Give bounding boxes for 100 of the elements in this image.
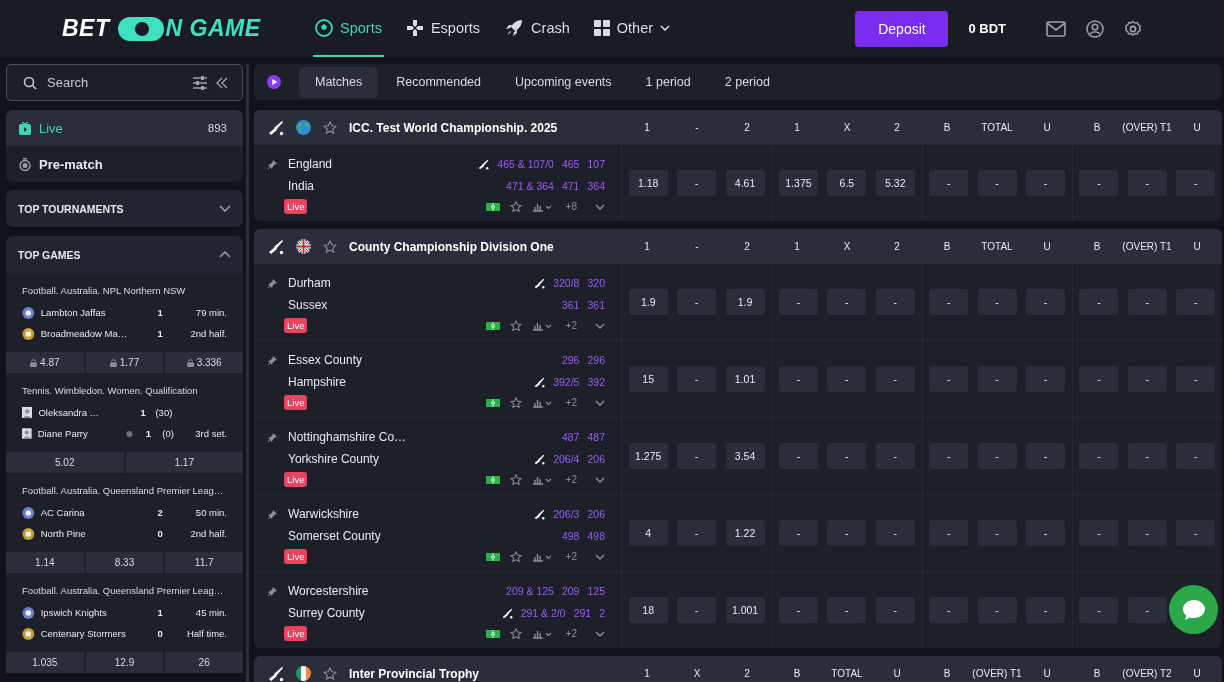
chevron-icon[interactable]: [595, 630, 605, 637]
play-icon[interactable]: [267, 75, 281, 89]
mode-item[interactable]: Live 893: [6, 110, 243, 146]
odds-button[interactable]: -: [827, 289, 867, 315]
odds-button[interactable]: -: [1079, 366, 1119, 392]
odds-button[interactable]: 1.035: [6, 652, 84, 673]
odds-button[interactable]: 5.02: [6, 452, 124, 473]
odds-button[interactable]: 1.01: [725, 366, 765, 392]
stats-icon[interactable]: [531, 551, 552, 562]
more-markets[interactable]: +8: [565, 201, 577, 212]
filter-icon[interactable]: [192, 75, 208, 90]
odds-button[interactable]: 8.33: [85, 552, 164, 573]
odds-button[interactable]: -: [1176, 170, 1216, 196]
scoreboard-icon[interactable]: [485, 552, 500, 561]
odds-button[interactable]: -: [929, 520, 969, 546]
user-icon[interactable]: [1086, 19, 1104, 38]
stats-icon[interactable]: [531, 628, 552, 639]
collapse-icon[interactable]: [216, 76, 228, 89]
pin-icon[interactable]: [268, 159, 277, 169]
odds-button[interactable]: -: [977, 597, 1017, 623]
odds-button[interactable]: -: [977, 289, 1017, 315]
odds-button[interactable]: -: [1079, 520, 1119, 546]
scoreboard-icon[interactable]: [485, 202, 500, 211]
odds-button[interactable]: -: [778, 443, 818, 469]
odds-button[interactable]: -: [977, 443, 1017, 469]
odds-button[interactable]: -: [1079, 170, 1119, 196]
scoreboard-icon[interactable]: [485, 475, 500, 484]
nav-tab[interactable]: Esports: [403, 0, 483, 57]
stats-icon[interactable]: [531, 397, 552, 408]
pin-icon[interactable]: [268, 509, 277, 519]
odds-button[interactable]: 4.61: [725, 170, 765, 196]
odds-button[interactable]: -: [875, 597, 915, 623]
odds-button[interactable]: -: [827, 443, 867, 469]
tab[interactable]: Matches: [299, 66, 379, 98]
odds-button[interactable]: 4: [628, 520, 668, 546]
chevron-icon[interactable]: [595, 553, 605, 560]
odds-button[interactable]: 11.7: [165, 552, 243, 573]
odds-button[interactable]: 18: [628, 597, 668, 623]
star-icon[interactable]: [323, 666, 337, 681]
odds-button[interactable]: 15: [628, 366, 668, 392]
more-markets[interactable]: +2: [565, 397, 577, 408]
odds-button[interactable]: -: [1176, 366, 1216, 392]
odds-button[interactable]: -: [929, 170, 969, 196]
odds-button[interactable]: -: [1026, 289, 1065, 315]
odds-button[interactable]: 1.22: [725, 520, 765, 546]
odds-button[interactable]: -: [677, 520, 717, 546]
odds-button[interactable]: 1.375: [778, 170, 818, 196]
tab[interactable]: 2 period: [708, 66, 786, 98]
odds-button[interactable]: 3.54: [725, 443, 765, 469]
odds-button[interactable]: -: [1176, 520, 1216, 546]
odds-button[interactable]: -: [929, 366, 969, 392]
odds-button[interactable]: -: [929, 597, 969, 623]
pin-icon[interactable]: [268, 432, 277, 442]
odds-button[interactable]: -: [1127, 170, 1167, 196]
search-bar[interactable]: Search: [6, 64, 243, 101]
odds-button[interactable]: -: [1026, 520, 1065, 546]
mode-item[interactable]: Pre-match: [6, 146, 243, 182]
pin-icon[interactable]: [268, 278, 277, 288]
odds-button[interactable]: 1.001: [725, 597, 765, 623]
odds-button[interactable]: -: [875, 443, 915, 469]
odds-button[interactable]: 5.32: [875, 170, 915, 196]
odds-button[interactable]: -: [827, 597, 867, 623]
deposit-button[interactable]: Deposit: [855, 10, 949, 47]
star-icon[interactable]: [509, 473, 522, 486]
more-markets[interactable]: +2: [565, 474, 577, 485]
odds-button[interactable]: -: [1127, 289, 1167, 315]
odds-button[interactable]: -: [875, 520, 915, 546]
chevron-icon[interactable]: [595, 476, 605, 483]
odds-button[interactable]: -: [1026, 597, 1065, 623]
section-header[interactable]: TOP TOURNAMENTS: [6, 190, 243, 227]
odds-button[interactable]: -: [778, 366, 818, 392]
section-header[interactable]: TOP GAMES: [6, 236, 243, 273]
odds-button[interactable]: -: [677, 289, 717, 315]
odds-button[interactable]: -: [1079, 597, 1119, 623]
odds-button[interactable]: -: [1176, 443, 1216, 469]
odds-button[interactable]: -: [1026, 366, 1065, 392]
scoreboard-icon[interactable]: [485, 321, 500, 330]
nav-tab[interactable]: Sports: [313, 0, 384, 57]
odds-button[interactable]: 3.336: [165, 352, 243, 373]
chevron-icon[interactable]: [595, 322, 605, 329]
odds-button[interactable]: -: [1026, 443, 1065, 469]
odds-button[interactable]: -: [778, 289, 818, 315]
odds-button[interactable]: 1.9: [628, 289, 668, 315]
odds-button[interactable]: -: [1026, 170, 1065, 196]
star-icon[interactable]: [323, 239, 337, 254]
tab[interactable]: Recommended: [380, 66, 497, 98]
odds-button[interactable]: -: [1127, 443, 1167, 469]
stats-icon[interactable]: [531, 320, 552, 331]
odds-button[interactable]: -: [977, 520, 1017, 546]
odds-button[interactable]: -: [977, 170, 1017, 196]
odds-button[interactable]: -: [1127, 520, 1167, 546]
scoreboard-icon[interactable]: [485, 629, 500, 638]
chevron-icon[interactable]: [595, 203, 605, 210]
odds-button[interactable]: 26: [165, 652, 243, 673]
settings-icon[interactable]: [1124, 19, 1142, 38]
odds-button[interactable]: 12.9: [85, 652, 164, 673]
odds-button[interactable]: -: [677, 366, 717, 392]
odds-button[interactable]: 4.87: [6, 352, 84, 373]
odds-button[interactable]: -: [929, 443, 969, 469]
star-icon[interactable]: [509, 550, 522, 563]
